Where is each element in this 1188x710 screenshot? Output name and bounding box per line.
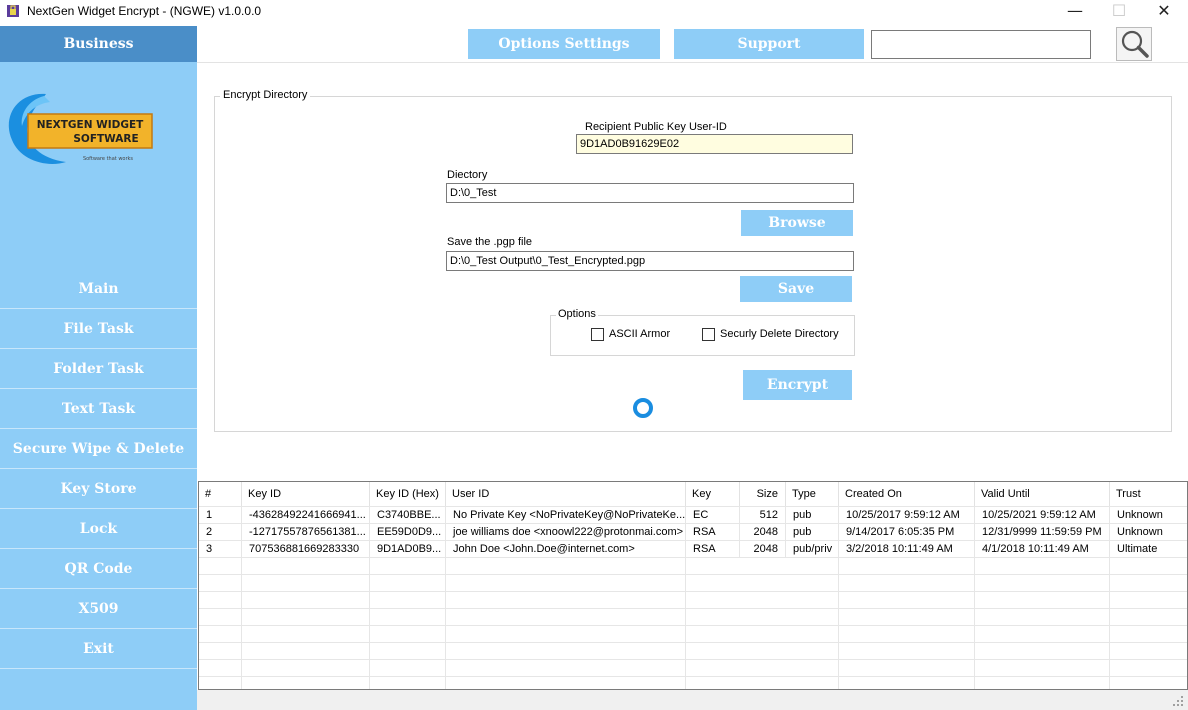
empty-row <box>199 557 1187 575</box>
sidebar-item-folder-task[interactable]: Folder Task <box>0 349 197 389</box>
options-title: Options <box>556 308 598 320</box>
column-header-index[interactable]: # <box>199 482 241 506</box>
column-header-created-on[interactable]: Created On <box>838 482 974 506</box>
save-file-label: Save the .pgp file <box>447 236 533 248</box>
ascii-armor-label: ASCII Armor <box>609 328 671 340</box>
logo-line2: SOFTWARE <box>73 133 138 145</box>
column-header-key[interactable]: Key <box>685 482 739 506</box>
maximize-button: ☐ <box>1111 1 1127 20</box>
table-row[interactable]: 2 -12717557876561381... EE59D0D9... joe … <box>199 523 1187 541</box>
directory-label: Diectory <box>447 169 488 181</box>
sidebar-header[interactable]: Business <box>0 26 197 62</box>
cell-key-id: -43628492241666941... <box>241 507 369 524</box>
cell-index: 2 <box>206 526 213 538</box>
cell-key-id: -12717557876561381... <box>241 524 369 541</box>
search-input[interactable] <box>871 30 1091 59</box>
cell-user-id: John Doe <John.Doe@internet.com> <box>445 541 685 558</box>
cell-valid-until: 12/31/9999 11:59:59 PM <box>974 524 1109 541</box>
cell-key-id-hex: 9D1AD0B9... <box>369 541 445 558</box>
sidebar-item-file-task[interactable]: File Task <box>0 309 197 349</box>
column-header-trust[interactable]: Trust <box>1109 482 1175 506</box>
support-button[interactable]: Support <box>674 29 864 59</box>
loading-spinner-icon <box>633 398 653 418</box>
cell-created-on: 9/14/2017 6:05:35 PM <box>838 524 974 541</box>
sidebar-item-key-store[interactable]: Key Store <box>0 469 197 509</box>
cell-size: 512 <box>739 507 785 524</box>
sidebar-item-lock[interactable]: Lock <box>0 509 197 549</box>
window-title: NextGen Widget Encrypt - (NGWE) v1.0.0.0 <box>27 4 262 18</box>
sidebar-item-qr-code[interactable]: QR Code <box>0 549 197 589</box>
cell-trust: Unknown <box>1109 524 1175 541</box>
secure-delete-checkbox[interactable] <box>702 328 715 341</box>
empty-row <box>199 659 1187 677</box>
app-icon <box>7 5 19 17</box>
recipient-label: Recipient Public Key User-ID <box>585 121 727 133</box>
cell-valid-until: 4/1/2018 10:11:49 AM <box>974 541 1109 558</box>
cell-type: pub <box>785 507 838 524</box>
cell-index: 3 <box>206 543 213 555</box>
cell-key-id-hex: EE59D0D9... <box>369 524 445 541</box>
cell-key: RSA <box>685 524 739 541</box>
empty-row <box>199 676 1187 689</box>
table-row[interactable]: 3 707536881669283330 9D1AD0B9... John Do… <box>199 540 1187 558</box>
table-row[interactable]: 1 -43628492241666941... C3740BBE... No P… <box>199 506 1187 524</box>
company-logo: NEXTGEN WIDGET SOFTWARE Software that wo… <box>8 93 153 164</box>
column-header-type[interactable]: Type <box>785 482 838 506</box>
encrypt-button[interactable]: Encrypt <box>743 370 852 400</box>
sidebar-item-secure-wipe[interactable]: Secure Wipe & Delete <box>0 429 197 469</box>
save-button[interactable]: Save <box>740 276 852 302</box>
cell-key-id: 707536881669283330 <box>241 541 369 558</box>
logo-line1: NEXTGEN WIDGET <box>37 119 144 131</box>
sidebar-item-text-task[interactable]: Text Task <box>0 389 197 429</box>
encrypt-directory-title: Encrypt Directory <box>220 89 311 101</box>
status-bar <box>197 690 1188 710</box>
sidebar: Business NEXTGEN WIDGET SOFTWARE Softwar… <box>0 26 197 710</box>
directory-field[interactable]: D:\0_Test <box>446 183 854 203</box>
top-divider <box>197 62 1188 63</box>
ascii-armor-checkbox[interactable] <box>591 328 604 341</box>
minimize-button[interactable]: — <box>1052 0 1098 24</box>
sidebar-item-x509[interactable]: X509 <box>0 589 197 629</box>
cell-user-id: No Private Key <NoPrivateKey@NoPrivateKe… <box>445 507 685 524</box>
cell-index: 1 <box>206 509 213 521</box>
column-header-user-id[interactable]: User ID <box>445 482 685 506</box>
close-button[interactable]: ✕ <box>1141 0 1187 24</box>
resize-grip-icon[interactable] <box>1172 695 1184 707</box>
cell-trust: Ultimate <box>1109 541 1175 558</box>
cell-created-on: 10/25/2017 9:59:12 AM <box>838 507 974 524</box>
column-header-key-id-hex[interactable]: Key ID (Hex) <box>369 482 445 506</box>
search-button[interactable] <box>1116 27 1152 61</box>
table-header: # Key ID Key ID (Hex) User ID Key Size T… <box>199 482 1187 506</box>
browse-button[interactable]: Browse <box>741 210 853 236</box>
save-file-field[interactable]: D:\0_Test Output\0_Test_Encrypted.pgp <box>446 251 854 271</box>
keys-table[interactable]: # Key ID Key ID (Hex) User ID Key Size T… <box>198 481 1188 690</box>
cell-key-id-hex: C3740BBE... <box>369 507 445 524</box>
cell-size: 2048 <box>739 541 785 558</box>
logo-tagline: Software that works <box>83 156 133 162</box>
recipient-field[interactable]: 9D1AD0B91629E02 <box>576 134 853 154</box>
cell-key: RSA <box>685 541 739 558</box>
cell-user-id: joe williams doe <xnoowl222@protonmai.co… <box>445 524 685 541</box>
cell-type: pub <box>785 524 838 541</box>
options-settings-button[interactable]: Options Settings <box>468 29 660 59</box>
empty-row <box>199 608 1187 626</box>
cell-type: pub/priv <box>785 541 838 558</box>
empty-row <box>199 642 1187 660</box>
column-header-key-id[interactable]: Key ID <box>241 482 369 506</box>
column-header-size[interactable]: Size <box>739 482 785 506</box>
empty-row <box>199 625 1187 643</box>
empty-row <box>199 591 1187 609</box>
title-bar: NextGen Widget Encrypt - (NGWE) v1.0.0.0… <box>0 0 1188 24</box>
cell-key: EC <box>685 507 739 524</box>
sidebar-item-exit[interactable]: Exit <box>0 629 197 669</box>
secure-delete-label: Securly Delete Directory <box>720 328 839 340</box>
cell-trust: Unknown <box>1109 507 1175 524</box>
column-header-valid-until[interactable]: Valid Until <box>974 482 1109 506</box>
search-icon <box>1121 30 1149 58</box>
cell-created-on: 3/2/2018 10:11:49 AM <box>838 541 974 558</box>
cell-size: 2048 <box>739 524 785 541</box>
empty-row <box>199 574 1187 592</box>
sidebar-item-main[interactable]: Main <box>0 269 197 309</box>
cell-valid-until: 10/25/2021 9:59:12 AM <box>974 507 1109 524</box>
